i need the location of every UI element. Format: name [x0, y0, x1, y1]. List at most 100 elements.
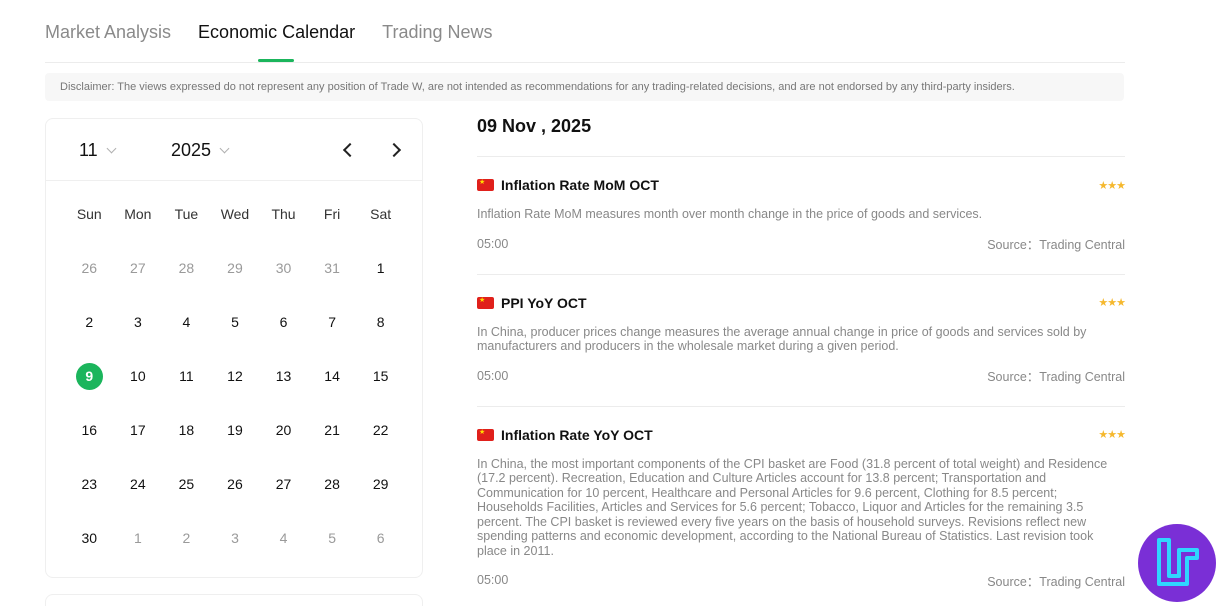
- day-number: 3: [231, 530, 239, 546]
- calendar-day[interactable]: 14: [308, 349, 357, 403]
- importance-stars-icon: ★★★: [1098, 429, 1126, 441]
- event-footer: 05:00 Source：Trading Central: [477, 562, 1125, 598]
- event-footer: 05:00 Source：Trading Central: [477, 226, 1125, 262]
- calendar-day[interactable]: 25: [162, 457, 211, 511]
- calendar-day[interactable]: 29: [211, 241, 260, 295]
- event-source: Source：Trading Central: [987, 574, 1125, 589]
- calendar-day[interactable]: 1: [356, 241, 405, 295]
- tab-economic-calendar[interactable]: Economic Calendar: [198, 0, 355, 62]
- calendar-day[interactable]: 7: [308, 295, 357, 349]
- calendar-day[interactable]: 4: [259, 511, 308, 565]
- calendar-weeks: 26 27 28 29 30 31 1 2 3 4 5 6 7 8 9 10 11 12 13 14 15 16 17 18 1…: [65, 241, 405, 565]
- event-title: Inflation Rate YoY OCT: [501, 426, 653, 443]
- calendar-day[interactable]: 30: [65, 511, 114, 565]
- calendar-day[interactable]: 6: [259, 295, 308, 349]
- calendar-day[interactable]: 3: [114, 295, 163, 349]
- weekday-label: Sat: [370, 206, 392, 222]
- day-number: 18: [178, 422, 195, 438]
- event-time: 05:00: [477, 368, 509, 383]
- calendar-day[interactable]: 29: [356, 457, 405, 511]
- calendar-day[interactable]: 21: [308, 403, 357, 457]
- day-number: 17: [130, 422, 146, 438]
- calendar-day[interactable]: 28: [308, 457, 357, 511]
- day-number: 1: [376, 260, 385, 276]
- day-number: 27: [130, 260, 146, 276]
- event-title: PPI YoY OCT: [501, 294, 587, 311]
- event-header: Inflation Rate MoM OCT ★★★: [477, 157, 1126, 213]
- day-number: 5: [328, 530, 336, 546]
- calendar-day[interactable]: 13: [259, 349, 308, 403]
- day-number: 4: [182, 314, 191, 330]
- calendar-day[interactable]: 23: [65, 457, 114, 511]
- tab-bar: Market Analysis Economic Calendar Tradin…: [45, 0, 493, 62]
- selected-date-title: 09 Nov , 2025: [477, 116, 592, 136]
- calendar-week-row: 2 3 4 5 6 7 8: [65, 295, 405, 349]
- day-number: 12: [227, 368, 243, 384]
- day-number: 31: [324, 260, 340, 276]
- disclaimer-banner: Disclaimer: The views expressed do not r…: [45, 73, 1124, 101]
- calendar-day[interactable]: 31: [308, 241, 357, 295]
- calendar-day[interactable]: 20: [259, 403, 308, 457]
- weekday-label: Fri: [323, 206, 341, 222]
- calendar-day[interactable]: 26: [65, 241, 114, 295]
- day-number: 28: [324, 476, 340, 492]
- calendar-day[interactable]: 10: [114, 349, 163, 403]
- calendar-day[interactable]: 15: [356, 349, 405, 403]
- calendar-day[interactable]: 28: [162, 241, 211, 295]
- chevron-down-icon: [219, 143, 230, 153]
- calendar-day[interactable]: 17: [114, 403, 163, 457]
- year-value: 2025: [171, 139, 212, 160]
- calendar-day[interactable]: 22: [356, 403, 405, 457]
- tab-market-analysis[interactable]: Market Analysis: [45, 0, 171, 62]
- event-item[interactable]: Inflation Rate MoM OCT ★★★ Inflation Rat…: [477, 156, 1126, 262]
- day-number: 29: [227, 260, 243, 276]
- calendar-day[interactable]: 2: [65, 295, 114, 349]
- day-number: 23: [81, 476, 98, 492]
- calendar-day[interactable]: 27: [259, 457, 308, 511]
- next-month-chevron-right-icon[interactable]: [387, 141, 405, 159]
- calendar-day[interactable]: 1: [114, 511, 163, 565]
- china-flag-icon: [477, 427, 494, 441]
- calendar-day[interactable]: 5: [308, 511, 357, 565]
- tabs-divider: [45, 62, 1125, 63]
- event-item[interactable]: Inflation Rate YoY OCT ★★★ In China, the…: [477, 405, 1126, 599]
- calendar-day[interactable]: 12: [211, 349, 260, 403]
- event-item[interactable]: PPI YoY OCT ★★★ In China, producer price…: [477, 273, 1126, 394]
- calendar-day[interactable]: 8: [356, 295, 405, 349]
- logo-mark-icon: [1157, 538, 1199, 586]
- calendar-day[interactable]: 11: [162, 349, 211, 403]
- calendar-day[interactable]: 18: [162, 403, 211, 457]
- calendar-day[interactable]: 4: [162, 295, 211, 349]
- event-description: In China, the most important components …: [477, 456, 1108, 558]
- month-value: 11: [79, 139, 98, 160]
- event-time: 05:00: [477, 236, 509, 251]
- weekday-label: Tue: [174, 206, 199, 222]
- day-number: 26: [81, 260, 98, 276]
- prev-month-chevron-left-icon[interactable]: [339, 141, 357, 159]
- calendar-day[interactable]: 3: [211, 511, 260, 565]
- china-flag-icon: [477, 177, 494, 191]
- month-select[interactable]: 11: [79, 119, 117, 181]
- event-description: In China, producer prices change measure…: [477, 324, 1087, 354]
- calendar-day-selected[interactable]: 9: [65, 349, 114, 403]
- day-number: 1: [133, 530, 142, 546]
- year-select[interactable]: 2025: [171, 119, 230, 181]
- weekday-header-row: Sun Mon Tue Wed Thu Fri Sat: [65, 187, 405, 241]
- calendar-day[interactable]: 2: [162, 511, 211, 565]
- calendar-day[interactable]: 27: [114, 241, 163, 295]
- day-number: 25: [178, 476, 195, 492]
- calendar-day[interactable]: 5: [211, 295, 260, 349]
- calendar-day[interactable]: 26: [211, 457, 260, 511]
- day-number: 15: [372, 368, 389, 384]
- tab-trading-news[interactable]: Trading News: [382, 0, 492, 62]
- calendar-grid: Sun Mon Tue Wed Thu Fri Sat 26 27 28 29 30 31 1 2 3 4 5 6…: [65, 187, 405, 565]
- calendar-week-row: 23 24 25 26 27 28 29: [65, 457, 405, 511]
- calendar-day[interactable]: 30: [259, 241, 308, 295]
- day-number: 2: [85, 314, 94, 330]
- event-list: Inflation Rate MoM OCT ★★★ Inflation Rat…: [477, 156, 1126, 599]
- calendar-day[interactable]: 24: [114, 457, 163, 511]
- calendar-day[interactable]: 16: [65, 403, 114, 457]
- calendar-day[interactable]: 19: [211, 403, 260, 457]
- calendar-day[interactable]: 6: [356, 511, 405, 565]
- day-number: 2: [182, 530, 191, 546]
